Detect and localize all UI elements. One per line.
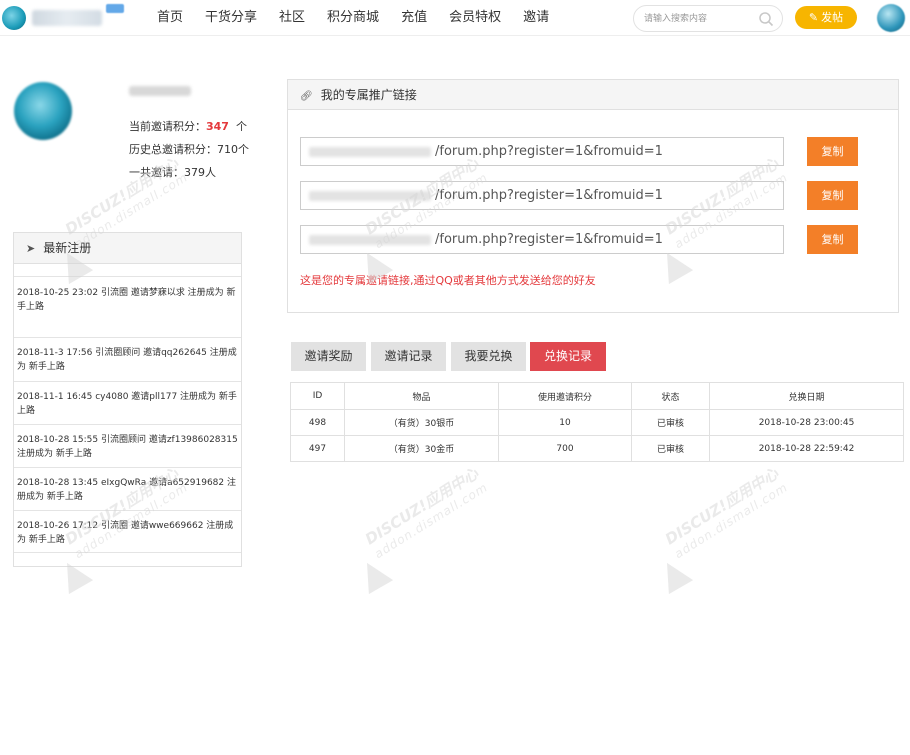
- logo-text-blurred: [32, 10, 102, 26]
- col-header-status: 状态: [631, 382, 710, 410]
- logo-badge: [106, 4, 124, 13]
- list-item: 2018-11-1 16:45 cy4080 邀请pll177 注册成为 新手上…: [14, 381, 241, 424]
- invite-link-field[interactable]: /forum.php?register=1&fromuid=1: [300, 225, 784, 254]
- list-item: 2018-10-28 15:55 引流圈顾问 邀请zf13986028315 注…: [14, 424, 241, 467]
- site-logo[interactable]: [0, 4, 128, 32]
- post-button[interactable]: ✎ 发帖: [795, 6, 857, 29]
- watermark-line: addon.dismall.com: [672, 480, 791, 562]
- invite-link-header: 🔗︎ 我的专属推广链接: [288, 80, 898, 110]
- tab-redeem-records[interactable]: 兑换记录: [530, 342, 606, 371]
- current-invite-points: 当前邀请积分：347 个: [129, 118, 247, 134]
- search-input[interactable]: [642, 11, 752, 27]
- current-points-value: 347: [206, 120, 229, 133]
- table-header-row: ID 物品 使用邀请积分 状态 兑换日期: [290, 382, 904, 410]
- watermark-arrow-icon: [654, 555, 694, 595]
- cell-status: 已审核: [631, 435, 710, 462]
- list-item: 2018-11-3 17:56 引流圈顾问 邀请qq262645 注册成为 新手…: [14, 337, 241, 380]
- col-header-points: 使用邀请积分: [498, 382, 632, 410]
- watermark-line: DISCUZ!应用中心: [361, 464, 482, 549]
- tab-invite-rewards[interactable]: 邀请奖励: [291, 342, 366, 371]
- latest-registrations-title: 最新注册: [43, 241, 92, 255]
- tab-invite-records[interactable]: 邀请记录: [371, 342, 446, 371]
- watermark: DISCUZ!应用中心 addon.dismall.com: [654, 464, 830, 605]
- latest-registrations-panel: ➤ 最新注册 2018-10-25 23:02 引流圈 邀请梦寐以求 注册成为 新…: [13, 232, 242, 567]
- main-nav: 首页 干货分享 社区 积分商城 充值 会员特权 邀请: [157, 0, 571, 36]
- nav-share[interactable]: 干货分享: [205, 0, 257, 36]
- user-avatar[interactable]: [877, 4, 905, 32]
- nav-home[interactable]: 首页: [157, 0, 183, 36]
- total-invites: 一共邀请：379人: [129, 166, 216, 179]
- link-domain-blurred: [309, 146, 431, 157]
- latest-registrations-header: ➤ 最新注册: [14, 233, 241, 264]
- paper-plane-icon: ➤: [26, 242, 36, 255]
- search-icon[interactable]: [758, 11, 774, 27]
- search-box: [633, 5, 783, 32]
- link-domain-blurred: [309, 234, 431, 245]
- invite-link-panel: 🔗︎ 我的专属推广链接 /forum.php?register=1&fromuid…: [287, 79, 899, 313]
- cell-id: 497: [290, 435, 345, 462]
- col-header-id: ID: [290, 382, 345, 410]
- invite-link-field[interactable]: /forum.php?register=1&fromuid=1: [300, 181, 784, 210]
- cell-points: 10: [498, 409, 632, 436]
- tab-redeem[interactable]: 我要兑换: [451, 342, 526, 371]
- watermark-arrow-icon: [354, 555, 394, 595]
- cell-item: （有货）30银币: [344, 409, 499, 436]
- watermark-text: DISCUZ!应用中心 addon.dismall.com: [361, 464, 491, 562]
- cell-item: （有货）30金币: [344, 435, 499, 462]
- pencil-icon: ✎: [808, 11, 819, 24]
- link-icon: 🔗︎: [300, 91, 313, 102]
- top-header: 首页 干货分享 社区 积分商城 充值 会员特权 邀请 ✎发帖: [0, 0, 910, 36]
- watermark-line: addon.dismall.com: [372, 480, 491, 562]
- history-invite-points: 历史总邀请积分：710个: [129, 143, 249, 156]
- nav-community[interactable]: 社区: [279, 0, 305, 36]
- profile-avatar: [14, 82, 72, 140]
- profile-name-blurred: [129, 86, 191, 96]
- watermark-line: DISCUZ!应用中心: [661, 464, 782, 549]
- cell-date: 2018-10-28 23:00:45: [709, 409, 904, 436]
- nav-recharge[interactable]: 充值: [401, 0, 427, 36]
- list-item: 2018-10-25 23:02 引流圈 邀请梦寐以求 注册成为 新手上路: [14, 276, 241, 323]
- invite-link-path: /forum.php?register=1&fromuid=1: [435, 232, 663, 247]
- invite-link-title: 我的专属推广链接: [320, 88, 417, 102]
- invite-link-field[interactable]: /forum.php?register=1&fromuid=1: [300, 137, 784, 166]
- invite-link-path: /forum.php?register=1&fromuid=1: [435, 188, 663, 203]
- table-row: 497 （有货）30金币 700 已审核 2018-10-28 22:59:42: [290, 435, 904, 462]
- redeem-records-table: ID 物品 使用邀请积分 状态 兑换日期 498 （有货）30银币 10 已审核…: [290, 382, 904, 462]
- watermark-text: DISCUZ!应用中心 addon.dismall.com: [661, 464, 791, 562]
- invite-link-note: 这是您的专属邀请链接,通过QQ或者其他方式发送给您的好友: [300, 274, 596, 287]
- cell-date: 2018-10-28 22:59:42: [709, 435, 904, 462]
- copy-button[interactable]: 复制: [807, 225, 858, 254]
- post-button-label: 发帖: [821, 11, 844, 24]
- cell-id: 498: [290, 409, 345, 436]
- list-item: 2018-10-26 17:12 引流圈 邀请wwe669662 注册成为 新手…: [14, 510, 241, 553]
- invite-link-path: /forum.php?register=1&fromuid=1: [435, 144, 663, 159]
- logo-mark: [2, 6, 26, 30]
- current-points-unit: 个: [235, 120, 247, 133]
- nav-vip[interactable]: 会员特权: [449, 0, 501, 36]
- watermark: DISCUZ!应用中心 addon.dismall.com: [354, 464, 530, 605]
- col-header-date: 兑换日期: [709, 382, 904, 410]
- nav-invite[interactable]: 邀请: [523, 0, 549, 36]
- cell-points: 700: [498, 435, 632, 462]
- link-domain-blurred: [309, 190, 431, 201]
- cell-status: 已审核: [631, 409, 710, 436]
- table-row: 498 （有货）30银币 10 已审核 2018-10-28 23:00:45: [290, 409, 904, 436]
- list-item: 2018-10-28 13:45 eIxgQwRa 邀请a652919682 注…: [14, 467, 241, 510]
- current-points-label: 当前邀请积分：: [129, 120, 206, 133]
- col-header-item: 物品: [344, 382, 499, 410]
- copy-button[interactable]: 复制: [807, 181, 858, 210]
- copy-button[interactable]: 复制: [807, 137, 858, 166]
- nav-points-mall[interactable]: 积分商城: [327, 0, 379, 36]
